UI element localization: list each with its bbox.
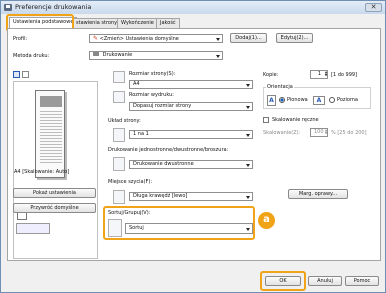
chevron-down-icon (246, 164, 250, 167)
pencil-icon: ✎ (93, 35, 99, 42)
title-bar: Preferencje drukowania ✕ (1, 1, 385, 14)
chevron-down-icon (246, 84, 250, 87)
close-button[interactable]: ✕ (365, 3, 382, 12)
page-size-icon (113, 71, 125, 83)
layout-icon (113, 128, 125, 142)
tab-page-setup[interactable]: stawienia strony (72, 18, 122, 28)
output-size-icon (113, 91, 125, 103)
scaling-label: Skalowanie(Z): (263, 130, 301, 136)
page-size-label: Rozmiar strony(S): (129, 71, 176, 77)
help-button[interactable]: Pomoc (345, 276, 379, 286)
cancel-button[interactable]: Anuluj (308, 276, 342, 286)
profile-label: Profil: (13, 36, 28, 42)
chevron-down-icon (246, 106, 250, 109)
landscape-label: Pozioma (337, 97, 358, 103)
chevron-down-icon (216, 55, 220, 58)
highlight-ok-button (260, 271, 306, 291)
scaling-value: 100 (314, 129, 324, 135)
window-title: Preferencje drukowania (15, 3, 92, 11)
landscape-radio[interactable] (329, 97, 335, 103)
copies-range: [1 do 999] (331, 72, 358, 78)
tab-finishing[interactable]: Wykończenie (117, 18, 158, 28)
restore-defaults-button[interactable]: Przywróć domyślne (13, 203, 96, 213)
binding-value: Długa krawędź [lewo] (133, 193, 188, 199)
layout-value: 1 na 1 (133, 131, 149, 137)
add-profile-button[interactable]: Dodaj(1)... (230, 33, 267, 43)
profile-value: <Zmień> Ustawienia domyślne (99, 36, 179, 42)
page-size-select[interactable]: A4 (129, 80, 253, 89)
copies-label: Kopie: (263, 72, 279, 78)
output-size-value: Dopasuj rozmiar strony (133, 103, 192, 109)
chevron-down-icon (246, 196, 250, 199)
preview-text-lines (40, 111, 62, 165)
orientation-label: Orientacja (266, 84, 294, 90)
scaling-range: % [25 do 200] (331, 130, 367, 136)
profile-select[interactable]: ✎ <Zmień> Ustawienia domyślne (89, 34, 223, 43)
print-preferences-window: Preferencje drukowania ✕ Ustawienia pods… (0, 0, 386, 293)
method-label: Metoda druku: (13, 53, 50, 59)
duplex-preview-icon (16, 223, 50, 234)
page-size-value: A4 (133, 81, 140, 87)
output-size-select[interactable]: Dopasuj rozmiar strony (129, 102, 253, 111)
page-view-icon[interactable] (13, 71, 20, 78)
duplex-icon (113, 157, 125, 171)
printer-icon (93, 52, 99, 56)
portrait-label: Pionowa (287, 97, 308, 103)
printer-view-icon[interactable] (22, 71, 29, 78)
edit-profile-button[interactable]: Edytuj(2)... (276, 33, 313, 43)
method-value: Drukowanie (102, 52, 133, 58)
copies-spinner[interactable]: ▲ ▼ (324, 71, 328, 78)
layout-select[interactable]: 1 na 1 (129, 130, 253, 139)
chevron-down-icon (246, 134, 250, 137)
tab-quality[interactable]: Jakość (156, 18, 180, 28)
show-settings-button[interactable]: Pokaż ustawienia (13, 188, 96, 198)
scaling-spinner[interactable]: ▲ ▼ (324, 129, 328, 136)
layout-label: Układ strony: (108, 118, 141, 124)
portrait-radio[interactable] (279, 97, 285, 103)
callout-badge: a (258, 212, 275, 229)
binding-select[interactable]: Długa krawędź [lewo] (129, 192, 253, 201)
preview-image-block (40, 96, 62, 107)
binding-margin-button[interactable]: Marg. oprawy... (288, 189, 348, 199)
output-size-label: Rozmiar wydruku: (129, 92, 174, 98)
highlight-sort-group (103, 206, 255, 240)
manual-scaling-label: Skalowanie ręczne (272, 117, 319, 123)
duplex-value: Drukowanie dwustronne (133, 161, 194, 167)
binding-label: Miejsce szycia(F): (108, 179, 153, 185)
page-preview (35, 90, 65, 178)
portrait-icon: A (267, 95, 276, 106)
copies-value: 1 (317, 71, 321, 77)
landscape-icon: A (313, 96, 325, 105)
duplex-label: Drukowanie jednostronne/dwustronne/brosz… (108, 147, 229, 153)
chevron-down-icon (216, 38, 220, 41)
preview-status: A4 [Skalowanie: Auto] (14, 169, 70, 175)
manual-scaling-checkbox[interactable] (263, 117, 269, 123)
method-select[interactable]: Drukowanie (89, 51, 223, 60)
binding-icon (113, 190, 125, 204)
duplex-select[interactable]: Drukowanie dwustronne (129, 160, 253, 169)
printer-icon (4, 4, 12, 11)
